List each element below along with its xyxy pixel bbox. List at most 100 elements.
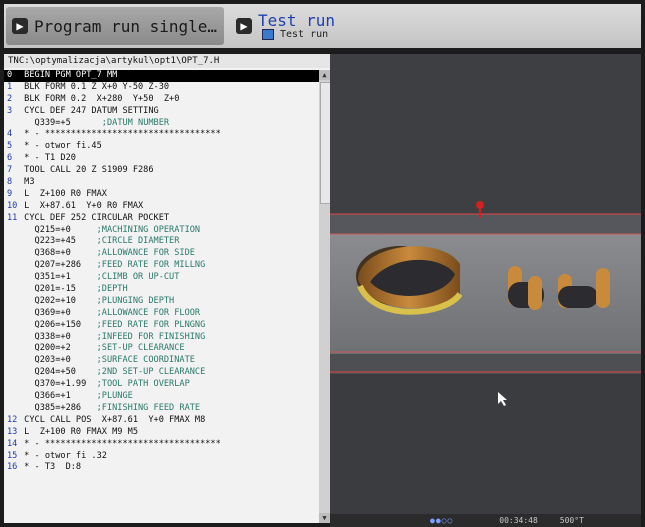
program-line[interactable]: Q204=+50 ;2ND SET-UP CLEARANCE bbox=[4, 367, 319, 379]
program-line[interactable]: Q339=+5 ;DATUM NUMBER bbox=[4, 118, 319, 130]
line-code: * - ********************************** bbox=[19, 129, 221, 140]
scroll-up-icon[interactable]: ▲ bbox=[319, 70, 330, 80]
program-line[interactable]: 10 L X+87.61 Y+0 R0 FMAX bbox=[4, 201, 319, 213]
line-code: L Z+100 R0 FMAX M9 M5 bbox=[19, 426, 138, 437]
pocket-cut bbox=[356, 246, 463, 315]
line-number: 10 bbox=[7, 200, 18, 211]
line-number: 5 bbox=[7, 141, 13, 152]
line-number: 7 bbox=[7, 165, 13, 176]
program-line[interactable]: Q368=+0 ;ALLOWANCE FOR SIDE bbox=[4, 248, 319, 260]
line-code: CYCL DEF 247 DATUM SETTING bbox=[19, 105, 159, 116]
program-file-icon bbox=[262, 28, 274, 40]
program-line[interactable]: Q370=+1.99 ;TOOL PATH OVERLAP bbox=[4, 379, 319, 391]
program-line[interactable]: 16 * - T3 D:8 bbox=[4, 462, 319, 474]
program-line[interactable]: Q366=+1 ;PLUNGE bbox=[4, 391, 319, 403]
program-line[interactable]: 14 * - *********************************… bbox=[4, 439, 319, 451]
line-number bbox=[4, 355, 19, 367]
line-code: Q203=+0 ;SURFACE COORDINATE bbox=[19, 355, 195, 366]
line-number bbox=[4, 367, 19, 379]
line-code: TOOL CALL 20 Z S1909 F286 bbox=[19, 165, 154, 176]
program-line[interactable]: 6 * - T1 D20 bbox=[4, 153, 319, 165]
feed-status: 500°T bbox=[559, 516, 584, 525]
line-code: Q366=+1 ;PLUNGE bbox=[19, 391, 133, 402]
program-line[interactable]: Q369=+0 ;ALLOWANCE FOR FLOOR bbox=[4, 308, 319, 320]
line-code: * - otwor fi .32 bbox=[19, 450, 107, 461]
simulation-view[interactable] bbox=[330, 54, 641, 523]
line-code: Q368=+0 ;ALLOWANCE FOR SIDE bbox=[19, 248, 195, 259]
program-line[interactable]: 7 TOOL CALL 20 Z S1909 F286 bbox=[4, 165, 319, 177]
program-pane: TNC:\optymalizacja\artykul\opt1\OPT_7.H … bbox=[4, 54, 330, 523]
program-line[interactable]: Q215=+0 ;MACHINING OPERATION bbox=[4, 225, 319, 237]
line-code: Q338=+0 ;INFEED FOR FINISHING bbox=[19, 331, 206, 342]
line-code: Q385=+286 ;FINISHING FEED RATE bbox=[19, 402, 201, 413]
scroll-thumb[interactable] bbox=[320, 82, 330, 204]
line-code: * - ********************************** bbox=[19, 438, 221, 449]
program-line[interactable]: 15 * - otwor fi .32 bbox=[4, 451, 319, 463]
line-number bbox=[4, 118, 19, 130]
line-number bbox=[4, 272, 19, 284]
program-line[interactable]: Q385=+286 ;FINISHING FEED RATE bbox=[4, 403, 319, 415]
program-line[interactable]: Q201=-15 ;DEPTH bbox=[4, 284, 319, 296]
program-run-single-tab[interactable]: ▶ Program run single… bbox=[6, 7, 224, 45]
line-number bbox=[4, 225, 19, 237]
program-line[interactable]: 12 CYCL CALL POS X+87.61 Y+0 FMAX M8 bbox=[4, 415, 319, 427]
line-number bbox=[4, 332, 19, 344]
program-line[interactable]: 4 * - ********************************** bbox=[4, 129, 319, 141]
test-run-tab[interactable]: ▶ Test run Test run bbox=[230, 7, 430, 45]
line-number: 1 bbox=[7, 81, 13, 92]
background-bottom bbox=[330, 374, 641, 523]
program-line[interactable]: Q207=+286 ;FEED RATE FOR MILLNG bbox=[4, 260, 319, 272]
line-number: 3 bbox=[7, 105, 13, 116]
program-line[interactable]: 2 BLK FORM 0.2 X+280 Y+50 Z+0 bbox=[4, 94, 319, 106]
line-number: 13 bbox=[7, 426, 18, 437]
program-line[interactable]: 1 BLK FORM 0.1 Z X+0 Y-50 Z-30 bbox=[4, 82, 319, 94]
progress-dots-icon: ●●○○ bbox=[430, 516, 454, 525]
line-number bbox=[4, 296, 19, 308]
line-number: 14 bbox=[7, 438, 18, 449]
line-number bbox=[4, 260, 19, 272]
program-line[interactable]: Q206=+150 ;FEED RATE FOR PLNGNG bbox=[4, 320, 319, 332]
program-line[interactable]: Q200=+2 ;SET-UP CLEARANCE bbox=[4, 343, 319, 355]
program-line[interactable]: 0 BEGIN PGM OPT_7 MM bbox=[4, 70, 319, 82]
top-mode-bar: ▶ Program run single… ▶ Test run Test ru… bbox=[4, 4, 641, 48]
line-number bbox=[4, 308, 19, 320]
program-line[interactable]: Q338=+0 ;INFEED FOR FINISHING bbox=[4, 332, 319, 344]
program-listing[interactable]: 0 BEGIN PGM OPT_7 MM 1 BLK FORM 0.1 Z X+0… bbox=[4, 70, 319, 523]
line-code: Q351=+1 ;CLIMB OR UP-CUT bbox=[19, 272, 180, 283]
line-number bbox=[4, 236, 19, 248]
line-number: 12 bbox=[7, 414, 18, 425]
program-line[interactable]: 8 M3 bbox=[4, 177, 319, 189]
line-number bbox=[4, 320, 19, 332]
program-line[interactable]: 3 CYCL DEF 247 DATUM SETTING bbox=[4, 106, 319, 118]
line-code: CYCL DEF 252 CIRCULAR POCKET bbox=[19, 212, 170, 223]
line-code: L Z+100 R0 FMAX bbox=[19, 188, 107, 199]
program-line[interactable]: 9 L Z+100 R0 FMAX bbox=[4, 189, 319, 201]
line-code: Q207=+286 ;FEED RATE FOR MILLNG bbox=[19, 260, 206, 271]
program-line[interactable]: Q202=+10 ;PLUNGING DEPTH bbox=[4, 296, 319, 308]
line-code: * - otwor fi.45 bbox=[19, 141, 102, 152]
line-code: Q369=+0 ;ALLOWANCE FOR FLOOR bbox=[19, 307, 201, 318]
test-run-title: Test run bbox=[258, 10, 336, 30]
program-line[interactable]: 13 L Z+100 R0 FMAX M9 M5 bbox=[4, 427, 319, 439]
line-number bbox=[4, 248, 19, 260]
program-line[interactable]: Q351=+1 ;CLIMB OR UP-CUT bbox=[4, 272, 319, 284]
line-code: Q339=+5 ;DATUM NUMBER bbox=[19, 117, 170, 128]
program-line[interactable]: 5 * - otwor fi.45 bbox=[4, 141, 319, 153]
line-number bbox=[4, 284, 19, 296]
program-line[interactable]: 11 CYCL DEF 252 CIRCULAR POCKET bbox=[4, 213, 319, 225]
test-run-icon: ▶ bbox=[236, 18, 252, 34]
program-line[interactable]: Q223=+45 ;CIRCLE DIAMETER bbox=[4, 236, 319, 248]
line-number bbox=[4, 379, 19, 391]
program-scrollbar[interactable]: ▲ ▼ bbox=[319, 70, 330, 523]
line-number: 11 bbox=[7, 212, 18, 223]
scroll-down-icon[interactable]: ▼ bbox=[319, 513, 330, 523]
line-code: BLK FORM 0.1 Z X+0 Y-50 Z-30 bbox=[19, 81, 170, 92]
simulation-status-bar: ●●○○ 00:34:48 500°T bbox=[330, 514, 641, 527]
line-code: Q223=+45 ;CIRCLE DIAMETER bbox=[19, 236, 180, 247]
program-line[interactable]: Q203=+0 ;SURFACE COORDINATE bbox=[4, 355, 319, 367]
line-code: BEGIN PGM OPT_7 MM bbox=[19, 70, 118, 80]
simulation-graphic bbox=[330, 54, 641, 523]
line-code: Q202=+10 ;PLUNGING DEPTH bbox=[19, 295, 175, 306]
line-code: Q206=+150 ;FEED RATE FOR PLNGNG bbox=[19, 319, 206, 330]
line-code: M3 bbox=[19, 177, 35, 188]
